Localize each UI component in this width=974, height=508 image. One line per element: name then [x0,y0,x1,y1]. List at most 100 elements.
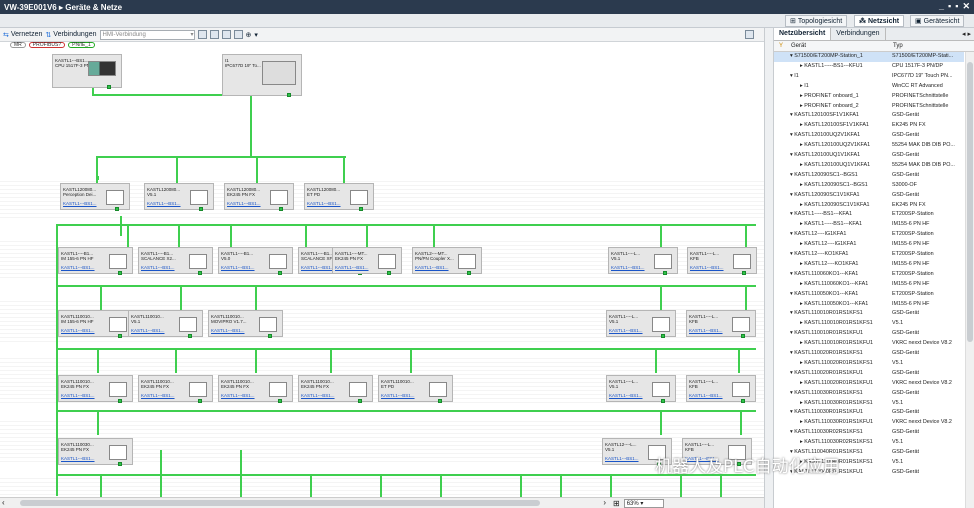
network-line[interactable] [97,176,99,180]
network-line[interactable] [175,348,177,373]
network-line[interactable] [180,285,182,310]
port-icon[interactable] [118,399,122,403]
port-icon[interactable] [287,93,291,97]
network-line[interactable] [440,474,442,497]
network-line[interactable] [56,410,756,412]
legend-mr[interactable]: MR [10,42,26,48]
port-icon[interactable] [359,207,363,211]
io-controller-link[interactable]: KASTL1---BS1... [61,393,95,398]
table-row[interactable]: ▾ KASTL120090SC1--BGS1 GSD-Gerät [774,171,964,181]
device-box[interactable]: KASTL2----MT... PN/PN Coupler X... KASTL1-… [412,247,482,275]
network-line[interactable] [160,474,162,497]
io-controller-link[interactable]: KASTL1---BS1... [605,456,639,461]
table-row[interactable]: ▾ KASTL110010R01RS1KFS1 GSD-Gerät [774,309,964,319]
column-device[interactable]: Gerät [791,43,806,49]
network-line[interactable] [343,156,345,186]
port-icon[interactable] [188,334,192,338]
network-line[interactable] [330,348,332,373]
port-icon[interactable] [115,207,119,211]
table-row[interactable]: ▸ KASTL120090SC1V1KFA1 EK245 PN FX [774,201,964,211]
port-icon[interactable] [387,271,391,275]
port-icon[interactable] [741,399,745,403]
scroll-left-icon[interactable]: ‹ [2,498,5,507]
io-controller-link[interactable]: KASTL1---BS1... [301,265,335,270]
table-row[interactable]: ▸ KASTL120090SC1--BGS1 S3000-OF [774,181,964,191]
network-line[interactable] [255,285,257,310]
pan-icon[interactable] [233,30,243,39]
network-line[interactable] [100,285,102,310]
connections-button[interactable]: ⇅ Verbindungen [45,31,96,39]
table-row[interactable]: ▸ KASTL120100UQ1V1KFA1 55254 MAK DIB DIB … [774,161,964,171]
column-type[interactable]: Typ [893,43,903,49]
panel-splitter[interactable] [764,28,774,508]
network-line[interactable] [655,348,657,373]
device-box[interactable]: KASTL1---BS1... CPU 1517F-3 PN/... [52,54,122,89]
table-row[interactable]: ▾ KASTL120100SF1V1KFA1 GSD-Gerät [774,111,964,121]
port-icon[interactable] [438,399,442,403]
network-line[interactable] [310,474,312,497]
table-row[interactable]: ▾ S71500/ET200MP-Station_1 S71500/ET200MP… [774,52,964,62]
io-controller-link[interactable]: KASTL1---BS1... [141,265,175,270]
device-box[interactable]: KASTL110010... EK245 PN FX KASTL1---BS1... [138,375,213,403]
panel-toggle-icon[interactable] [745,30,754,39]
vertical-scrollbar[interactable] [965,52,974,508]
device-box[interactable]: KASTL1----L... V5.1 KASTL1---BS1... [606,375,676,403]
io-controller-link[interactable]: KASTL1---BS1... [307,201,341,206]
io-controller-link[interactable]: KASTL1---BS1... [689,328,723,333]
device-box[interactable]: KASTL110030... EK245 PN FX KASTL1---BS1... [58,438,133,466]
io-controller-link[interactable]: KASTL1---BS1... [63,201,97,206]
table-row[interactable]: ▸ KASTL110030R02RS1KFS1 V5.1 [774,438,964,448]
network-line[interactable] [97,410,99,435]
network-line[interactable] [660,410,662,435]
network-line[interactable] [610,474,612,497]
device-box[interactable]: KASTL120080... ET PD KASTL1---BS1... [304,183,374,211]
port-icon[interactable] [198,399,202,403]
grid-icon[interactable] [209,30,219,39]
device-box[interactable]: KASTL120080... Perception Dei... KASTL1---… [60,183,130,211]
io-controller-link[interactable]: KASTL1---BS1... [611,265,645,270]
network-line[interactable] [160,450,162,474]
port-icon[interactable] [742,271,746,275]
restore-button[interactable]: ▪ [948,1,951,12]
io-controller-link[interactable]: KASTL1---BS1... [690,265,724,270]
network-line[interactable] [96,156,98,186]
table-row[interactable]: ▾ KASTL120100UQ1V1KFA1 GSD-Gerät [774,151,964,161]
port-icon[interactable] [118,334,122,338]
tab-connections[interactable]: Verbindungen [831,28,886,40]
table-row[interactable]: ▸ KASTL120100SF1V1KFA1 EK245 PN FX [774,121,964,131]
table-row[interactable]: ▸ KASTL110020R01RS1KFU1 VKRC nexxt Device… [774,379,964,389]
vscroll-thumb[interactable] [967,62,973,342]
io-controller-link[interactable]: KASTL1---BS1... [221,393,255,398]
zoom-icon[interactable]: ⊕ [246,31,252,39]
table-row[interactable]: ▸ KASTL110030R01RS1KFS1 V5.1 [774,399,964,409]
device-box[interactable]: KASTL120080... V5.1 KASTL1---BS1... [144,183,214,211]
fit-icon[interactable]: ⊞ [613,499,620,508]
io-controller-link[interactable]: KASTL1---BS1... [227,201,261,206]
device-box[interactable]: KASTL1----L... V5.1 KASTL1---BS1... [606,310,676,338]
device-box[interactable]: KASTL1----L... KFB KASTL1---BS1... [686,310,756,338]
network-line[interactable] [240,474,242,497]
filter-icon[interactable]: Y [779,43,783,49]
network-line[interactable] [738,348,740,373]
network-line[interactable] [380,474,382,497]
horizontal-scrollbar[interactable]: ‹ › [0,497,610,508]
network-line[interactable] [96,156,346,158]
tab-network-view[interactable]: ⁂ Netzsicht [854,15,905,27]
network-canvas[interactable]: KASTL1---BS1... CPU 1517F-3 PN/... I1 IPC67… [0,50,764,497]
table-row[interactable]: ▸ KASTL110050KO1---KFA1 IM155-6 PN HF [774,300,964,310]
io-controller-link[interactable]: KASTL1---BS1... [415,265,449,270]
network-line[interactable] [410,348,412,373]
connection-type-select[interactable]: HMI-Verbindung ▾ [99,29,195,40]
io-controller-link[interactable]: KASTL1---BS1... [61,265,95,270]
table-row[interactable]: ▾ KASTL110050KO1---KFA1 ET200SP-Station [774,290,964,300]
tab-network-overview[interactable]: Netzübersicht [774,28,832,40]
table-row[interactable]: ▾ KASTL1-----BS1---KFA1 ET200SP-Station [774,210,964,220]
port-icon[interactable] [358,399,362,403]
table-row[interactable]: ▸ KASTL110020R01RS1KFS1 V5.1 [774,359,964,369]
device-box[interactable]: KASTL120080... EK245 PN FX KASTL1---BS1... [224,183,294,211]
tab-topology-view[interactable]: ⊞ Topologiesicht [785,15,848,27]
network-line[interactable] [176,156,178,186]
table-row[interactable]: ▾ KASTL110010R01RS1KFU1 GSD-Gerät [774,329,964,339]
table-row[interactable]: ▾ KASTL120090SC1V1KFA1 GSD-Gerät [774,191,964,201]
table-row[interactable]: ▾ KASTL110030R01RS1KFS1 GSD-Gerät [774,389,964,399]
